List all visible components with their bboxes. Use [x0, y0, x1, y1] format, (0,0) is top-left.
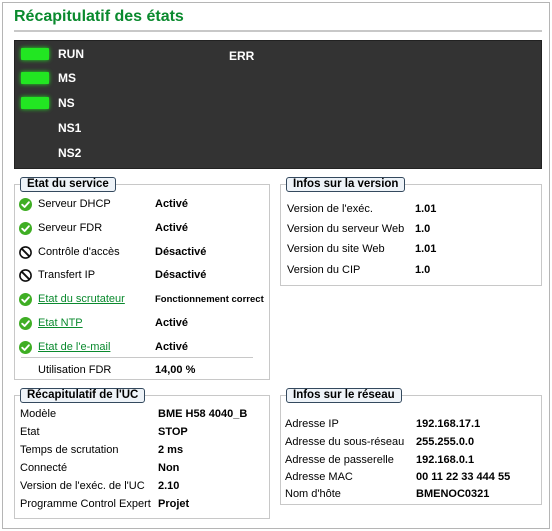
version-label: Version du CIP: [287, 264, 361, 276]
cpu-label: Connecté: [20, 462, 68, 474]
service-row: Transfert IP Désactivé: [19, 265, 206, 285]
version-info-title: Infos sur la version: [286, 177, 406, 192]
service-value: Désactivé: [155, 246, 207, 258]
version-label: Version du serveur Web: [287, 223, 405, 235]
network-info-title: Infos sur le réseau: [286, 388, 402, 403]
version-value: 1.0: [415, 264, 431, 276]
network-label: Adresse IP: [285, 418, 339, 430]
disabled-icon: [19, 268, 32, 282]
network-value: 255.255.0.0: [416, 436, 475, 448]
page-title: Récapitulatif des états: [14, 8, 184, 25]
led-row-ms: MS: [15, 69, 76, 87]
network-info-box: Infos sur le réseau Adresse IP 192.168.1…: [280, 388, 542, 505]
cpu-value: 2 ms: [158, 444, 184, 456]
run-led-indicator: [21, 48, 49, 60]
scanner-status-link[interactable]: Etat du scrutateur: [38, 293, 125, 305]
version-value: 1.01: [415, 243, 437, 255]
cpu-label: Etat: [20, 426, 40, 438]
service-row: Serveur DHCP Activé: [19, 194, 188, 214]
ns1-led-indicator: [21, 122, 49, 134]
led-row-ns2: NS2: [15, 144, 81, 162]
err-led-label: ERR: [229, 49, 255, 63]
version-value: 1.01: [415, 203, 437, 215]
service-row: Etat NTP Activé: [19, 313, 188, 333]
ns2-led-indicator: [21, 147, 49, 159]
service-name: Contrôle d'accès: [38, 246, 120, 258]
service-value: Désactivé: [155, 269, 207, 281]
check-icon: [19, 221, 32, 235]
ms-led-indicator: [21, 72, 49, 84]
check-icon: [19, 340, 32, 354]
ms-led-label: MS: [58, 71, 76, 85]
led-status-panel: RUN MS NS NS1 NS2 ERR: [14, 40, 542, 169]
service-status-box: Etat du service Serveur DHCP Activé Serv…: [14, 177, 270, 380]
cpu-value: STOP: [158, 426, 188, 438]
check-icon: [19, 292, 32, 306]
network-label: Nom d'hôte: [285, 488, 341, 500]
email-status-link[interactable]: Etat de l'e-mail: [38, 341, 110, 353]
network-value: 192.168.17.1: [416, 418, 481, 430]
ns2-led-label: NS2: [58, 146, 82, 160]
network-label: Adresse de passerelle: [285, 454, 394, 466]
network-value: BMENOC0321: [416, 488, 490, 500]
service-status-title: Etat du service: [20, 177, 116, 192]
cpu-summary-title: Récapitulatif de l'UC: [20, 388, 146, 403]
fdr-usage-value: 14,00 %: [155, 364, 196, 376]
ns-led-label: NS: [58, 96, 75, 110]
check-icon: [19, 197, 32, 211]
ns1-led-label: NS1: [58, 121, 82, 135]
service-value: Fonctionnement correct: [155, 293, 264, 305]
check-icon: [19, 316, 32, 330]
ntp-status-link[interactable]: Etat NTP: [38, 317, 83, 329]
service-value: Activé: [155, 198, 189, 210]
version-label: Version du site Web: [287, 243, 385, 255]
version-label: Version de l'exéc.: [287, 203, 373, 215]
run-led-label: RUN: [58, 47, 84, 61]
cpu-label: Temps de scrutation: [20, 444, 119, 456]
ns-led-indicator: [21, 97, 49, 109]
service-divider: [21, 357, 253, 358]
cpu-label: Version de l'exéc. de l'UC: [20, 480, 145, 492]
fdr-usage-label: Utilisation FDR: [38, 364, 112, 376]
cpu-label: Programme Control Expert: [20, 498, 151, 510]
service-row: Contrôle d'accès Désactivé: [19, 242, 206, 262]
title-divider: [14, 30, 542, 32]
version-value: 1.0: [415, 223, 431, 235]
cpu-value: BME H58 4040_B: [158, 408, 248, 420]
service-name: Serveur FDR: [38, 222, 103, 234]
network-label: Adresse MAC: [285, 471, 353, 483]
network-label: Adresse du sous-réseau: [285, 436, 405, 448]
cpu-summary-box: Récapitulatif de l'UC Modèle BME H58 404…: [14, 388, 270, 519]
network-value: 00 11 22 33 444 55: [416, 471, 511, 483]
service-value: Activé: [155, 317, 189, 329]
led-row-ns: NS: [15, 94, 75, 112]
cpu-value: Non: [158, 462, 180, 474]
network-value: 192.168.0.1: [416, 454, 475, 466]
service-name: Transfert IP: [38, 269, 96, 281]
service-value: Activé: [155, 222, 189, 234]
cpu-value: 2.10: [158, 480, 180, 492]
cpu-value: Projet: [158, 498, 190, 510]
service-row: Etat de l'e-mail Activé: [19, 337, 188, 357]
service-row: Serveur FDR Activé: [19, 218, 188, 238]
service-row: Etat du scrutateur Fonctionnement correc…: [19, 289, 264, 309]
service-name: Serveur DHCP: [38, 198, 111, 210]
led-row-run: RUN: [15, 45, 84, 63]
cpu-label: Modèle: [20, 408, 57, 420]
service-value: Activé: [155, 341, 189, 353]
version-info-box: Infos sur la version Version de l'exéc. …: [280, 177, 542, 286]
disabled-icon: [19, 245, 32, 259]
led-row-ns1: NS1: [15, 119, 81, 137]
